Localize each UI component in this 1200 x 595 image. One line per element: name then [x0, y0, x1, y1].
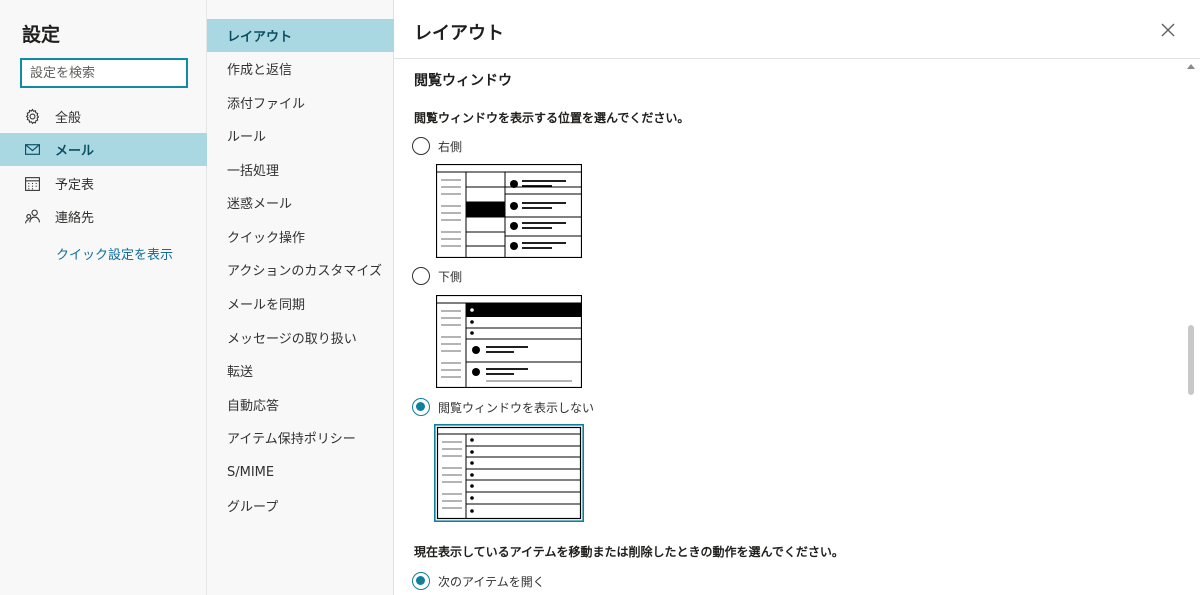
menu-item-message-handling[interactable]: メッセージの取り扱い	[207, 321, 394, 354]
radio-reading-pane-off[interactable]: 閲覧ウィンドウを表示しない	[412, 397, 594, 417]
reading-pane-off-preview[interactable]	[434, 424, 584, 522]
reading-pane-right-preview[interactable]	[436, 164, 582, 258]
radio-reading-pane-bottom[interactable]: 下側	[412, 266, 462, 286]
nav-item-calendar[interactable]: 予定表	[0, 167, 207, 200]
menu-item-rules[interactable]: ルール	[207, 119, 394, 152]
nav-item-general[interactable]: 全般	[0, 100, 207, 133]
settings-sidebar: 設定 全般 メール 予定表 連絡先 クイック設定を表示	[0, 0, 207, 595]
calendar-icon	[25, 177, 40, 191]
reading-pane-bottom-preview[interactable]	[436, 295, 582, 388]
nav-item-mail[interactable]: メール	[0, 133, 207, 166]
menu-item-customize-actions[interactable]: アクションのカスタマイズ	[207, 253, 394, 286]
nav-item-contacts[interactable]: 連絡先	[0, 200, 207, 233]
people-icon	[25, 209, 40, 224]
layout-settings-panel: レイアウト 閲覧ウィンドウ 閲覧ウィンドウを表示する位置を選んでください。 右側	[394, 0, 1200, 595]
menu-item-junk-email[interactable]: 迷惑メール	[207, 186, 394, 219]
content-scrollbar[interactable]	[1183, 59, 1200, 595]
menu-item-automatic-replies[interactable]: 自動応答	[207, 388, 394, 421]
menu-item-retention-policies[interactable]: アイテム保持ポリシー	[207, 421, 394, 454]
radio-open-next-item[interactable]: 次のアイテムを開く	[412, 571, 545, 591]
mail-settings-menu: レイアウト 作成と返信 添付ファイル ルール 一括処理 迷惑メール クイック操作…	[207, 0, 394, 595]
radio-label: 次のアイテムを開く	[438, 574, 545, 589]
menu-item-groups[interactable]: グループ	[207, 489, 394, 522]
reading-pane-question: 閲覧ウィンドウを表示する位置を選んでください。	[414, 111, 690, 125]
menu-item-smime[interactable]: S/MIME	[207, 456, 394, 489]
radio-reading-pane-right[interactable]: 右側	[412, 136, 462, 156]
menu-item-quick-steps[interactable]: クイック操作	[207, 220, 394, 253]
menu-item-layout[interactable]: レイアウト	[207, 19, 394, 52]
menu-item-sync-email[interactable]: メールを同期	[207, 287, 394, 320]
menu-item-attachments[interactable]: 添付ファイル	[207, 86, 394, 119]
radio-button[interactable]	[412, 572, 430, 590]
radio-button[interactable]	[412, 137, 430, 155]
radio-label: 閲覧ウィンドウを表示しない	[438, 400, 595, 415]
menu-item-forwarding[interactable]: 転送	[207, 354, 394, 387]
radio-label: 右側	[438, 139, 463, 154]
radio-button[interactable]	[412, 398, 430, 416]
nav-item-label: 予定表	[55, 178, 95, 193]
menu-item-compose-reply[interactable]: 作成と返信	[207, 52, 394, 85]
radio-label: 下側	[438, 269, 463, 284]
page-title: レイアウト	[414, 23, 504, 44]
settings-search-input[interactable]	[20, 58, 188, 88]
after-move-question: 現在表示しているアイテムを移動または削除したときの動作を選んでください。	[414, 545, 844, 559]
section-title: 閲覧ウィンドウ	[414, 73, 512, 89]
settings-title: 設定	[22, 24, 61, 46]
menu-item-sweep[interactable]: 一括処理	[207, 153, 394, 186]
mail-icon	[25, 144, 40, 155]
scrollbar-thumb[interactable]	[1188, 325, 1194, 395]
nav-item-label: メール	[55, 144, 95, 159]
title-divider	[394, 58, 1200, 59]
radio-button[interactable]	[412, 267, 430, 285]
nav-item-label: 連絡先	[55, 211, 95, 226]
close-icon[interactable]	[1159, 21, 1177, 39]
gear-icon	[25, 108, 40, 125]
nav-item-label: 全般	[55, 111, 82, 126]
scroll-up-arrow-icon[interactable]	[1187, 64, 1195, 69]
quick-settings-link[interactable]: クイック設定を表示	[56, 244, 173, 263]
